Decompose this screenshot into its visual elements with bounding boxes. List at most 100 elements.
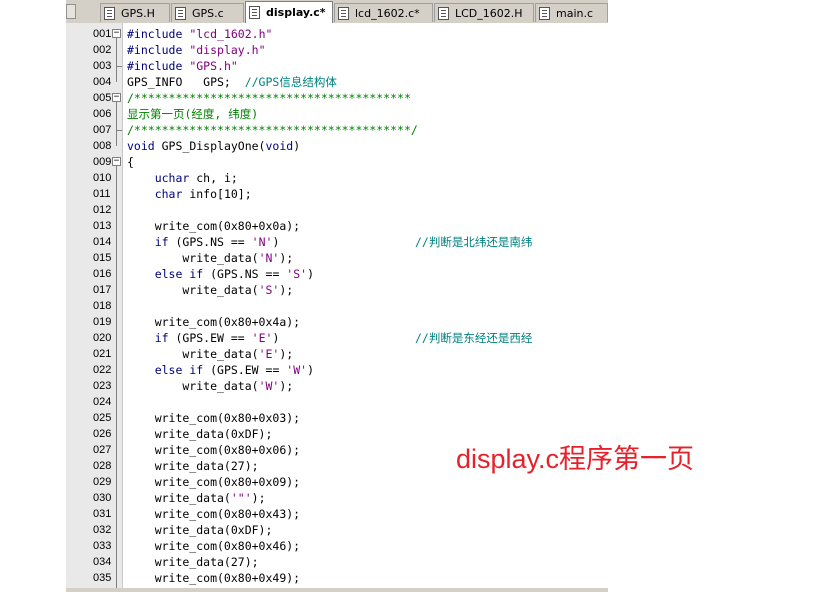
fold-guide — [116, 166, 117, 592]
code-line[interactable]: 013 write_com(0x80+0x0a); — [66, 218, 608, 234]
line-number: 004 — [93, 76, 112, 88]
tab-display-c[interactable]: display.c* — [245, 1, 333, 23]
tab-label: main.c — [556, 6, 594, 20]
code-text: write_com(0x80+0x46); — [127, 539, 301, 553]
tab-lcd-1602-h[interactable]: LCD_1602.H — [434, 3, 534, 22]
code-text: #include "display.h" — [127, 43, 266, 57]
file-icon — [175, 6, 186, 20]
code-text: write_data(0xDF); — [127, 523, 273, 537]
line-number: 008 — [93, 140, 112, 152]
line-number: 020 — [93, 332, 112, 344]
tab-gps-h[interactable]: GPS.H — [100, 3, 170, 22]
line-number: 003 — [93, 60, 112, 72]
code-line[interactable]: 002 #include "display.h" — [66, 42, 608, 58]
code-line[interactable]: 031 write_com(0x80+0x43); — [66, 506, 608, 522]
code-line[interactable]: 035 write_com(0x80+0x49); — [66, 570, 608, 586]
line-number: 010 — [93, 172, 112, 184]
code-text: void GPS_DisplayOne(void) — [127, 139, 301, 153]
code-line[interactable]: 007 /************************************… — [66, 122, 608, 138]
code-line[interactable]: 011 char info[10]; — [66, 186, 608, 202]
code-line[interactable]: 012 — [66, 202, 608, 218]
code-text: write_data('N'); — [127, 251, 294, 265]
line-number: 032 — [93, 524, 112, 536]
line-comment: //判断是北纬还是南纬 — [415, 235, 533, 249]
code-line[interactable]: 016 else if (GPS.NS == 'S') — [66, 266, 608, 282]
fold-toggle-icon[interactable]: − — [112, 93, 121, 102]
tab-main-c[interactable]: main.c — [535, 3, 608, 22]
code-line[interactable]: 019 write_com(0x80+0x4a); — [66, 314, 608, 330]
code-line[interactable]: 025 write_com(0x80+0x03); — [66, 410, 608, 426]
code-line[interactable]: 008 void GPS_DisplayOne(void) — [66, 138, 608, 154]
code-line[interactable]: 018 — [66, 298, 608, 314]
code-text: write_data('S'); — [127, 283, 294, 297]
code-text: write_data(27); — [127, 555, 259, 569]
code-line[interactable]: 033 write_com(0x80+0x46); — [66, 538, 608, 554]
code-line[interactable]: 004 GPS_INFO GPS; //GPS信息结构体 — [66, 74, 608, 90]
fold-toggle-icon[interactable]: − — [112, 157, 121, 166]
code-line[interactable]: 029 write_com(0x80+0x09); — [66, 474, 608, 490]
line-number: 018 — [93, 300, 112, 312]
file-icon — [438, 6, 449, 20]
file-icon — [338, 6, 349, 20]
code-text: write_com(0x80+0x49); — [127, 571, 301, 585]
code-text: write_com(0x80+0x06); — [127, 443, 301, 457]
line-number: 024 — [93, 396, 112, 408]
file-icon — [104, 6, 115, 20]
tab-label: display.c* — [266, 6, 326, 19]
code-line[interactable]: 030 write_data('"'); — [66, 490, 608, 506]
code-editor[interactable]: GPS.H GPS.c display.c* lcd_1602.c* LCD_1602.… — [66, 0, 608, 592]
code-line[interactable]: 003 #include "GPS.h" — [66, 58, 608, 74]
code-text: /***************************************… — [127, 91, 411, 105]
tab-label: lcd_1602.c* — [355, 6, 420, 20]
line-number: 026 — [93, 428, 112, 440]
code-line[interactable]: 024 — [66, 394, 608, 410]
code-line[interactable]: 021 write_data('E'); — [66, 346, 608, 362]
file-icon — [539, 6, 550, 20]
code-text: write_data('W'); — [127, 379, 294, 393]
fold-toggle-icon[interactable]: − — [112, 29, 121, 38]
line-number: 028 — [93, 460, 112, 472]
line-number: 029 — [93, 476, 112, 488]
tab-scroll-button[interactable] — [66, 4, 76, 19]
line-number: 015 — [93, 252, 112, 264]
tab-lcd-1602-c[interactable]: lcd_1602.c* — [334, 3, 433, 22]
fold-end — [116, 130, 122, 131]
code-line[interactable]: 005/************************************… — [66, 90, 608, 106]
code-line[interactable]: 023 write_data('W'); — [66, 378, 608, 394]
code-line[interactable]: 010 uchar ch, i; — [66, 170, 608, 186]
fold-guide — [116, 102, 117, 146]
line-number: 012 — [93, 204, 112, 216]
code-line[interactable]: 015 write_data('N'); — [66, 250, 608, 266]
code-line[interactable]: 034 write_data(27); — [66, 554, 608, 570]
line-number: 007 — [93, 124, 112, 136]
line-number: 031 — [93, 508, 112, 520]
code-line[interactable]: 001 #include "lcd_1602.h" — [66, 26, 608, 42]
tab-label: GPS.H — [121, 6, 155, 20]
line-number: 022 — [93, 364, 112, 376]
code-text: #include "GPS.h" — [127, 59, 238, 73]
line-number: 030 — [93, 492, 112, 504]
code-text: char info[10]; — [154, 187, 252, 201]
code-text: write_com(0x80+0x0a); — [127, 219, 301, 233]
annotation-caption: display.c程序第一页 — [456, 444, 695, 474]
code-line[interactable]: 014 if (GPS.NS == 'N') //判断是北纬还是南纬 — [66, 234, 608, 250]
file-icon — [249, 6, 260, 19]
code-text: write_com(0x80+0x09); — [127, 475, 301, 489]
line-number: 033 — [93, 540, 112, 552]
line-number: 016 — [93, 268, 112, 280]
code-line[interactable]: 009{ — [66, 154, 608, 170]
code-text: write_com(0x80+0x4a); — [127, 315, 301, 329]
line-number: 002 — [93, 44, 112, 56]
horizontal-scrollbar[interactable] — [66, 588, 608, 592]
code-line[interactable]: 017 write_data('S'); — [66, 282, 608, 298]
line-number: 021 — [93, 348, 112, 360]
code-text: GPS_INFO GPS; //GPS信息结构体 — [127, 75, 337, 89]
code-line[interactable]: 022 else if (GPS.EW == 'W') — [66, 362, 608, 378]
code-text: if (GPS.EW == 'E') — [154, 331, 280, 345]
code-line[interactable]: 032 write_data(0xDF); — [66, 522, 608, 538]
tab-gps-c[interactable]: GPS.c — [171, 3, 244, 22]
line-number: 006 — [93, 108, 112, 120]
code-text: write_data(27); — [127, 459, 259, 473]
code-line[interactable]: 006 显示第一页(经度, 纬度) — [66, 106, 608, 122]
code-line[interactable]: 020 if (GPS.EW == 'E') //判断是东经还是西经 — [66, 330, 608, 346]
